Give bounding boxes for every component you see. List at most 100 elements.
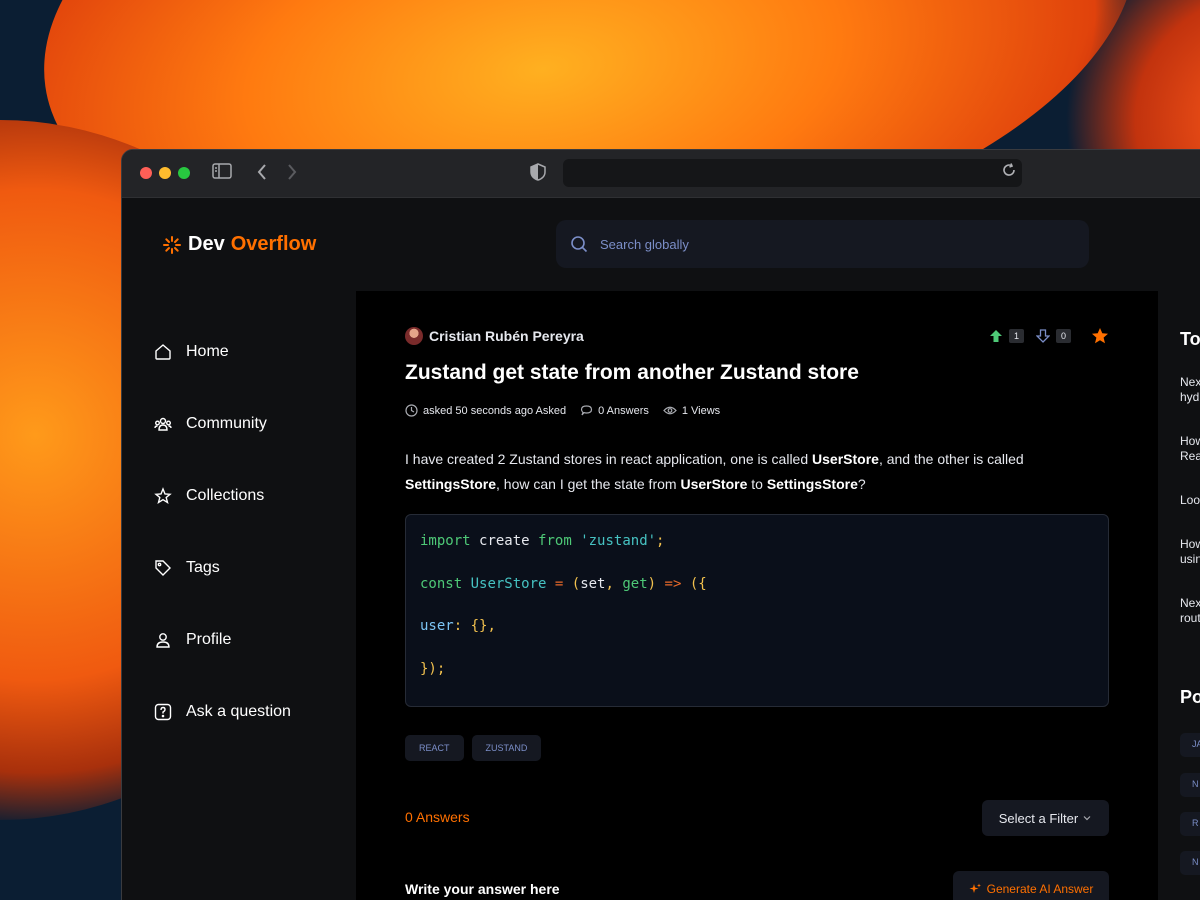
right-sidebar: To Nexhyd HowRea Loo Howusin Nexrout Po …	[1158, 291, 1200, 900]
top-question-item[interactable]: Nex hyd	[1180, 375, 1200, 405]
clock-icon	[405, 404, 418, 417]
home-icon	[155, 344, 171, 360]
question-line: Rea	[1180, 449, 1200, 463]
logo-text-overflow: Overflow	[230, 233, 317, 255]
global-search[interactable]: Search globally	[556, 220, 1089, 268]
write-answer-label: Write your answer here	[405, 881, 560, 897]
downvote-count: 0	[1055, 329, 1071, 343]
logo-text-dev: Dev	[188, 233, 225, 255]
left-sidebar: Home Community Collections Tags Profile …	[122, 291, 356, 900]
body-text: ?	[857, 476, 866, 492]
body-text: , how can I get the state from	[496, 476, 681, 492]
sidebar-item-label: Community	[186, 415, 267, 432]
reload-icon[interactable]	[1002, 163, 1016, 181]
top-question-item[interactable]: Nex rout	[1180, 596, 1200, 626]
star-icon	[154, 487, 172, 505]
views-meta: 1 Views	[663, 404, 720, 417]
address-bar[interactable]	[563, 159, 1022, 187]
filter-label: Select a Filter	[998, 810, 1079, 826]
upvote-count: 1	[1008, 329, 1024, 343]
author-name[interactable]: Cristian Rubén Pereyra	[429, 328, 584, 344]
code-line: const UserStore = (set, get) => ({	[420, 575, 707, 592]
sidebar-item-label: Home	[186, 343, 229, 360]
tag-zustand[interactable]: ZUSTAND	[471, 735, 542, 761]
search-input[interactable]: Search globally	[600, 237, 689, 252]
sidebar-item-home[interactable]: Home	[154, 343, 229, 361]
popular-tag[interactable]: JA	[1180, 733, 1200, 757]
body-bold: UserStore	[680, 476, 748, 492]
answers-count: 0 Answers	[405, 809, 470, 825]
body-text: I have created 2 Zustand stores in react…	[405, 451, 813, 467]
sidebar-item-collections[interactable]: Collections	[154, 487, 264, 505]
code-block[interactable]: import create from 'zustand'; const User…	[405, 514, 1109, 707]
generate-ai-answer-button[interactable]: Generate AI Answer	[953, 871, 1109, 900]
eye-icon	[663, 406, 677, 415]
answers-meta-label: 0 Answers	[598, 404, 649, 417]
popular-tags-title: Po	[1180, 687, 1200, 707]
top-navbar: Dev Overflow Search globally	[122, 198, 1200, 291]
top-questions-title: To	[1180, 329, 1200, 349]
top-question-item[interactable]: Loo	[1180, 493, 1200, 508]
maximize-window-button[interactable]	[178, 167, 190, 179]
save-star-icon[interactable]	[1091, 327, 1109, 345]
sidebar-item-profile[interactable]: Profile	[154, 631, 231, 649]
users-icon	[154, 417, 172, 431]
question-line: How	[1180, 434, 1200, 448]
question-line: hyd	[1180, 390, 1200, 404]
chevron-down-icon	[1083, 816, 1091, 821]
question-line: Nex	[1180, 596, 1200, 610]
code-line: import create from 'zustand';	[420, 533, 665, 549]
asked-time: asked 50 seconds ago Asked	[405, 404, 566, 417]
app-content: Dev Overflow Search globally Home Commun…	[122, 198, 1200, 900]
user-icon	[156, 633, 170, 648]
logo-icon	[163, 235, 181, 254]
message-icon	[581, 405, 593, 416]
minimize-window-button[interactable]	[159, 167, 171, 179]
sidebar-item-label: Tags	[186, 559, 220, 576]
body-bold: UserStore	[812, 451, 879, 467]
question-detail: Cristian Rubén Pereyra 1 0 Zustand get s…	[356, 291, 1158, 900]
sidebar-item-label: Ask a question	[186, 703, 291, 720]
question-body: I have created 2 Zustand stores in react…	[405, 447, 1065, 497]
body-text: , and the other is called	[878, 451, 1024, 467]
sidebar-item-tags[interactable]: Tags	[154, 559, 220, 577]
shield-icon[interactable]	[530, 163, 546, 185]
logo[interactable]: Dev Overflow	[162, 233, 316, 256]
downvote-icon[interactable]	[1035, 329, 1050, 343]
upvote-icon[interactable]	[989, 329, 1003, 343]
answers-meta: 0 Answers	[580, 404, 649, 417]
question-author[interactable]: Cristian Rubén Pereyra	[405, 327, 584, 345]
code-line: });	[420, 660, 446, 677]
body-bold: SettingsStore	[766, 476, 858, 492]
search-icon	[571, 236, 588, 253]
browser-window: Dev Overflow Search globally Home Commun…	[121, 149, 1200, 900]
vote-controls: 1 0	[989, 327, 1109, 345]
answer-filter-select[interactable]: Select a Filter	[982, 800, 1109, 836]
question-line: Loo	[1180, 493, 1200, 507]
sparkle-icon	[969, 883, 981, 893]
popular-tag[interactable]: R	[1180, 812, 1200, 836]
body-bold: SettingsStore	[405, 476, 497, 492]
question-icon	[154, 703, 172, 721]
question-line: How	[1180, 537, 1200, 551]
sidebar-toggle-icon[interactable]	[212, 163, 232, 183]
avatar[interactable]	[405, 327, 423, 345]
forward-icon[interactable]	[286, 163, 298, 185]
popular-tag[interactable]: N	[1180, 851, 1200, 875]
asked-label: asked 50 seconds ago Asked	[423, 404, 567, 417]
question-title: Zustand get state from another Zustand s…	[405, 361, 859, 384]
popular-tag[interactable]: N	[1180, 773, 1200, 797]
close-window-button[interactable]	[140, 167, 152, 179]
sidebar-item-ask-question[interactable]: Ask a question	[154, 703, 291, 721]
question-line: Nex	[1180, 375, 1200, 389]
back-icon[interactable]	[256, 163, 268, 185]
question-line: rout	[1180, 611, 1200, 625]
tag-react[interactable]: REACT	[405, 735, 464, 761]
sidebar-item-label: Profile	[186, 631, 232, 648]
top-question-item[interactable]: HowRea	[1180, 434, 1200, 464]
sidebar-item-label: Collections	[186, 487, 265, 504]
views-meta-label: 1 Views	[681, 404, 721, 417]
sidebar-item-community[interactable]: Community	[154, 415, 267, 433]
tag-icon	[155, 560, 171, 576]
top-question-item[interactable]: Howusin	[1180, 537, 1200, 567]
